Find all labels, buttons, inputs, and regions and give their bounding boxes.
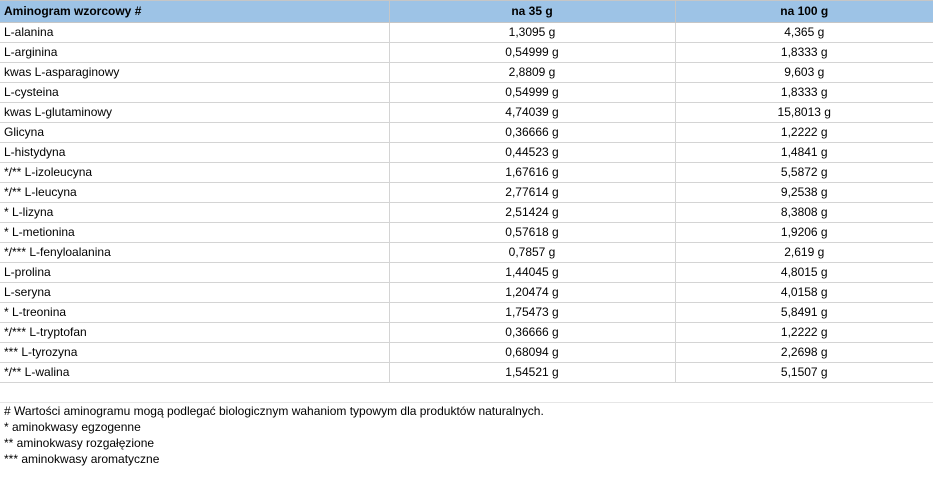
footnote-essential: * aminokwasy egzogenne (4, 420, 141, 434)
amino-acid-name: * L-metionina (0, 222, 390, 243)
aminogram-table: Aminogram wzorcowy # na 35 g na 100 g L-… (0, 0, 933, 383)
table-row: Glicyna 0,36666 g 1,2222 g (0, 122, 933, 143)
footnote-branched: ** aminokwasy rozgałęzione (4, 436, 155, 450)
table-row: L-histydyna 0,44523 g 1,4841 g (0, 142, 933, 163)
amount-per-100g: 2,2698 g (674, 342, 933, 363)
table-row: L-alanina 1,3095 g 4,365 g (0, 22, 933, 43)
amount-per-35g: 1,3095 g (388, 22, 676, 43)
amino-acid-name: *** L-tyrozyna (0, 342, 390, 363)
amount-per-100g: 15,8013 g (674, 102, 933, 123)
amino-acid-name: L-alanina (0, 22, 390, 43)
table-body: L-alanina 1,3095 g 4,365 g L-arginina 0,5499… (0, 22, 933, 383)
amount-per-100g: 1,4841 g (674, 142, 933, 163)
amino-acid-name: */** L-walina (0, 362, 390, 383)
table-row: * L-lizyna 2,51424 g 8,3808 g (0, 202, 933, 223)
amount-per-100g: 4,365 g (674, 22, 933, 43)
table-row: kwas L-asparaginowy 2,8809 g 9,603 g (0, 62, 933, 83)
table-row: */** L-walina 1,54521 g 5,1507 g (0, 362, 933, 383)
amount-per-100g: 9,603 g (674, 62, 933, 83)
table-row: */** L-leucyna 2,77614 g 9,2538 g (0, 182, 933, 203)
footnote-hash: # Wartości aminogramu mogą podlegać biol… (4, 404, 544, 418)
table-row: L-prolina 1,44045 g 4,8015 g (0, 262, 933, 283)
header-per-100g: na 100 g (674, 0, 933, 23)
footnotes: # Wartości aminogramu mogą podlegać biol… (0, 403, 933, 467)
amount-per-35g: 0,36666 g (388, 122, 676, 143)
amino-acid-name: */** L-izoleucyna (0, 162, 390, 183)
amount-per-35g: 2,51424 g (388, 202, 676, 223)
amount-per-100g: 1,8333 g (674, 42, 933, 63)
amount-per-35g: 1,20474 g (388, 282, 676, 303)
amount-per-100g: 1,8333 g (674, 82, 933, 103)
empty-row (0, 383, 933, 403)
amount-per-35g: 0,54999 g (388, 82, 676, 103)
amino-acid-name: L-seryna (0, 282, 390, 303)
table-row: */*** L-fenyloalanina 0,7857 g 2,619 g (0, 242, 933, 263)
table-row: *** L-tyrozyna 0,68094 g 2,2698 g (0, 342, 933, 363)
table-row: */** L-izoleucyna 1,67616 g 5,5872 g (0, 162, 933, 183)
header-aminogram: Aminogram wzorcowy # (0, 0, 390, 23)
amino-acid-name: * L-lizyna (0, 202, 390, 223)
amino-acid-name: kwas L-asparaginowy (0, 62, 390, 83)
amino-acid-name: L-cysteina (0, 82, 390, 103)
amount-per-35g: 0,68094 g (388, 342, 676, 363)
amino-acid-name: */** L-leucyna (0, 182, 390, 203)
amino-acid-name: L-arginina (0, 42, 390, 63)
table-row: * L-metionina 0,57618 g 1,9206 g (0, 222, 933, 243)
amount-per-100g: 2,619 g (674, 242, 933, 263)
amount-per-35g: 4,74039 g (388, 102, 676, 123)
amount-per-35g: 0,36666 g (388, 322, 676, 343)
header-per-35g: na 35 g (388, 0, 676, 23)
amount-per-100g: 5,1507 g (674, 362, 933, 383)
amino-acid-name: L-histydyna (0, 142, 390, 163)
amount-per-100g: 4,0158 g (674, 282, 933, 303)
table-row: * L-treonina 1,75473 g 5,8491 g (0, 302, 933, 323)
amino-acid-name: */*** L-fenyloalanina (0, 242, 390, 263)
amount-per-100g: 5,5872 g (674, 162, 933, 183)
amount-per-35g: 2,77614 g (388, 182, 676, 203)
amount-per-100g: 8,3808 g (674, 202, 933, 223)
table-row: */*** L-tryptofan 0,36666 g 1,2222 g (0, 322, 933, 343)
amino-acid-name: Glicyna (0, 122, 390, 143)
amount-per-35g: 1,44045 g (388, 262, 676, 283)
amount-per-100g: 1,9206 g (674, 222, 933, 243)
amount-per-35g: 0,7857 g (388, 242, 676, 263)
table-row: L-arginina 0,54999 g 1,8333 g (0, 42, 933, 63)
table-row: L-seryna 1,20474 g 4,0158 g (0, 282, 933, 303)
amount-per-35g: 1,67616 g (388, 162, 676, 183)
amount-per-35g: 0,54999 g (388, 42, 676, 63)
amount-per-100g: 1,2222 g (674, 122, 933, 143)
amount-per-35g: 0,44523 g (388, 142, 676, 163)
table-header-row: Aminogram wzorcowy # na 35 g na 100 g (0, 0, 933, 23)
amount-per-35g: 1,54521 g (388, 362, 676, 383)
amino-acid-name: kwas L-glutaminowy (0, 102, 390, 123)
amount-per-35g: 2,8809 g (388, 62, 676, 83)
amino-acid-name: */*** L-tryptofan (0, 322, 390, 343)
amount-per-100g: 4,8015 g (674, 262, 933, 283)
footnote-aromatic: *** aminokwasy aromatyczne (4, 452, 160, 466)
amino-acid-name: * L-treonina (0, 302, 390, 323)
amino-acid-name: L-prolina (0, 262, 390, 283)
table-row: kwas L-glutaminowy 4,74039 g 15,8013 g (0, 102, 933, 123)
amount-per-100g: 5,8491 g (674, 302, 933, 323)
amount-per-100g: 1,2222 g (674, 322, 933, 343)
table-row: L-cysteina 0,54999 g 1,8333 g (0, 82, 933, 103)
amount-per-35g: 0,57618 g (388, 222, 676, 243)
amount-per-35g: 1,75473 g (388, 302, 676, 323)
amount-per-100g: 9,2538 g (674, 182, 933, 203)
